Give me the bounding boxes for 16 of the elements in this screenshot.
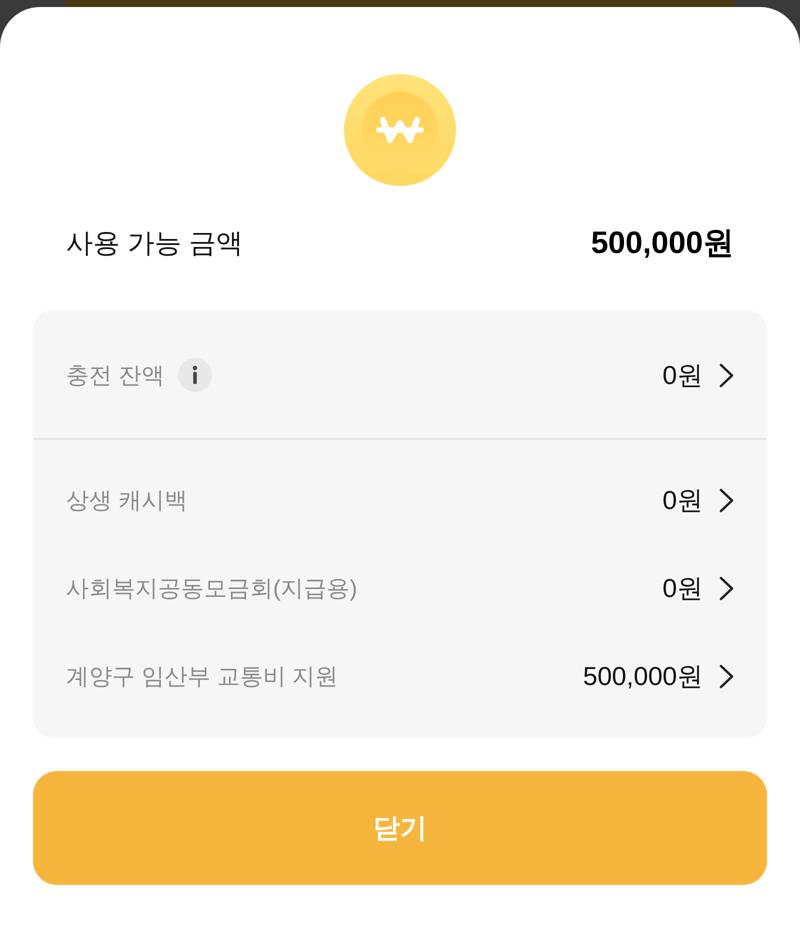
balance-label: 계양구 임산부 교통비 지원	[66, 662, 338, 691]
balance-amount-link[interactable]: 0원	[662, 356, 734, 394]
chevron-right-icon	[719, 362, 734, 388]
balance-label: 사회복지공동모금회(지급용)	[66, 574, 358, 603]
available-amount-value: 500,000원	[590, 224, 734, 262]
chevron-right-icon	[719, 664, 734, 688]
balance-amount-link[interactable]: 0원	[662, 568, 734, 608]
balance-amount-link[interactable]: 500,000원	[583, 656, 734, 696]
won-coin-icon	[344, 74, 456, 186]
chevron-right-icon	[719, 488, 734, 512]
info-icon[interactable]	[178, 358, 212, 392]
chevron-right-icon	[719, 576, 734, 600]
balance-label: 상생 캐시백	[66, 486, 188, 515]
balance-amount-link[interactable]: 0원	[662, 480, 734, 520]
available-amount-label: 사용 가능 금액	[66, 226, 244, 260]
balance-label: 충전 잔액	[66, 360, 164, 390]
